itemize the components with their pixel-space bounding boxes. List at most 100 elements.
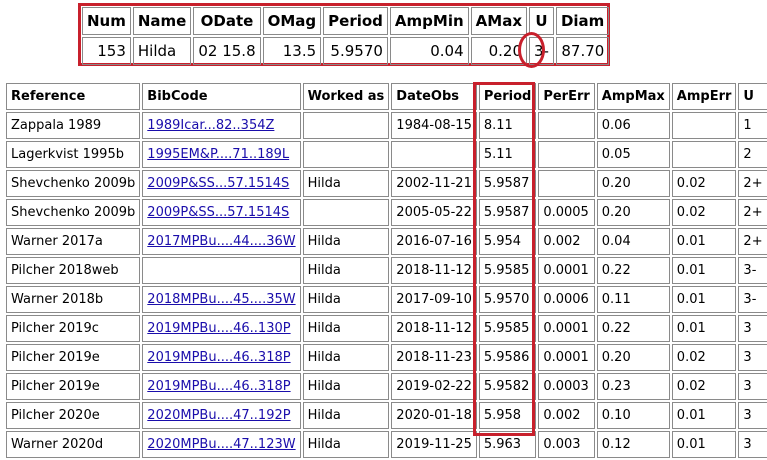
cell-worked-as: Hilda <box>302 170 390 197</box>
cell-worked-as: Hilda <box>302 257 390 284</box>
cell-worked-as: Hilda <box>302 344 390 371</box>
cell-pererr <box>538 112 595 139</box>
table-row: Warner 2017a 2017MPBu....44....36W Hilda… <box>6 228 767 255</box>
table-row: Shevchenko 2009b 2009P&SS...57.1514S 200… <box>6 199 767 226</box>
cell-dateobs: 2018-11-23 <box>391 344 477 371</box>
summary-omag: 13.5 <box>262 37 322 65</box>
summary-period: 5.9570 <box>323 37 388 65</box>
bibcode-link[interactable]: 2019MPBu....46..130P <box>147 321 290 336</box>
cell-ampmax: 0.12 <box>596 431 670 458</box>
bibcode-link[interactable]: 2020MPBu....47..192P <box>147 408 290 423</box>
cell-u: 3 <box>738 344 767 371</box>
cell-bibcode: 1995EM&P....71..189L <box>142 141 301 168</box>
cell-reference: Shevchenko 2009b <box>6 170 141 197</box>
cell-bibcode: 2017MPBu....44....36W <box>142 228 301 255</box>
cell-amperr: 0.01 <box>671 402 737 429</box>
summary-header-u: U <box>529 7 554 35</box>
cell-worked-as <box>302 199 390 226</box>
cell-dateobs: 2017-09-10 <box>391 286 477 313</box>
table-row: Pilcher 2018web Hilda 2018-11-12 5.9585 … <box>6 257 767 284</box>
cell-bibcode <box>142 257 301 284</box>
header-dateobs: DateObs <box>391 83 477 110</box>
bibcode-link[interactable]: 2009P&SS...57.1514S <box>147 205 289 220</box>
bibcode-link[interactable]: 2018MPBu....45....35W <box>147 292 295 307</box>
bibcode-link[interactable]: 2009P&SS...57.1514S <box>147 176 289 191</box>
cell-ampmax: 0.22 <box>596 257 670 284</box>
cell-pererr: 0.003 <box>538 431 595 458</box>
cell-worked-as: Hilda <box>302 315 390 342</box>
bibcode-link[interactable]: 2019MPBu....46..318P <box>147 350 290 365</box>
cell-pererr: 0.0001 <box>538 315 595 342</box>
cell-u: 3 <box>738 431 767 458</box>
cell-ampmax: 0.10 <box>596 402 670 429</box>
cell-bibcode: 2020MPBu....47..192P <box>142 402 301 429</box>
cell-ampmax: 0.11 <box>596 286 670 313</box>
cell-worked-as: Hilda <box>302 286 390 313</box>
bibcode-link[interactable]: 2020MPBu....47..123W <box>147 437 295 452</box>
cell-dateobs: 2002-11-21 <box>391 170 477 197</box>
summary-odate: 02 15.8 <box>193 37 261 65</box>
cell-ampmax: 0.23 <box>596 373 670 400</box>
cell-pererr: 0.0006 <box>538 286 595 313</box>
cell-amperr: 0.01 <box>671 431 737 458</box>
cell-reference: Pilcher 2020e <box>6 402 141 429</box>
cell-u: 2+ <box>738 170 767 197</box>
summary-header-row: Num Name ODate OMag Period AmpMin AMax U… <box>82 7 610 35</box>
bibcode-link[interactable]: 1989Icar...82..354Z <box>147 118 274 133</box>
cell-pererr: 0.0003 <box>538 373 595 400</box>
cell-amperr <box>671 112 737 139</box>
cell-bibcode: 1989Icar...82..354Z <box>142 112 301 139</box>
bibcode-link[interactable]: 1995EM&P....71..189L <box>147 147 289 162</box>
header-bibcode: BibCode <box>142 83 301 110</box>
bibcode-link[interactable]: 2019MPBu....46..318P <box>147 379 290 394</box>
cell-reference: Pilcher 2018web <box>6 257 141 284</box>
cell-bibcode: 2009P&SS...57.1514S <box>142 170 301 197</box>
summary-num: 153 <box>82 37 131 65</box>
summary-header-ampmin: AmpMin <box>389 7 469 35</box>
cell-pererr: 0.0001 <box>538 257 595 284</box>
table-row: Lagerkvist 1995b 1995EM&P....71..189L 5.… <box>6 141 767 168</box>
cell-u: 1 <box>738 112 767 139</box>
summary-header-name: Name <box>132 7 192 35</box>
cell-bibcode: 2019MPBu....46..318P <box>142 344 301 371</box>
cell-amperr: 0.01 <box>671 228 737 255</box>
cell-u: 3 <box>738 373 767 400</box>
table-row: Pilcher 2019e 2019MPBu....46..318P Hilda… <box>6 373 767 400</box>
cell-worked-as: Hilda <box>302 402 390 429</box>
summary-header-num: Num <box>82 7 131 35</box>
cell-worked-as: Hilda <box>302 373 390 400</box>
cell-dateobs: 2016-07-16 <box>391 228 477 255</box>
summary-header-amax: AMax <box>470 7 527 35</box>
cell-dateobs: 2018-11-12 <box>391 257 477 284</box>
cell-reference: Warner 2017a <box>6 228 141 255</box>
cell-dateobs: 2019-02-22 <box>391 373 477 400</box>
cell-worked-as <box>302 141 390 168</box>
u-value-highlight-circle <box>518 32 545 68</box>
cell-pererr <box>538 141 595 168</box>
cell-bibcode: 2019MPBu....46..130P <box>142 315 301 342</box>
summary-header-diam: Diam <box>555 7 610 35</box>
cell-reference: Pilcher 2019e <box>6 344 141 371</box>
cell-u: 3 <box>738 315 767 342</box>
cell-ampmax: 0.20 <box>596 199 670 226</box>
summary-header-omag: OMag <box>262 7 322 35</box>
cell-reference: Zappala 1989 <box>6 112 141 139</box>
cell-worked-as <box>302 112 390 139</box>
cell-amperr: 0.02 <box>671 199 737 226</box>
cell-amperr: 0.01 <box>671 286 737 313</box>
bibcode-link[interactable]: 2017MPBu....44....36W <box>147 234 295 249</box>
cell-pererr: 0.0001 <box>538 344 595 371</box>
cell-reference: Pilcher 2019c <box>6 315 141 342</box>
cell-u: 3- <box>738 286 767 313</box>
cell-amperr: 0.02 <box>671 344 737 371</box>
cell-amperr <box>671 141 737 168</box>
cell-u: 2 <box>738 141 767 168</box>
cell-ampmax: 0.06 <box>596 112 670 139</box>
cell-ampmax: 0.20 <box>596 344 670 371</box>
cell-dateobs: 2020-01-18 <box>391 402 477 429</box>
cell-reference: Lagerkvist 1995b <box>6 141 141 168</box>
cell-pererr: 0.002 <box>538 228 595 255</box>
summary-name: Hilda <box>132 37 192 65</box>
cell-ampmax: 0.22 <box>596 315 670 342</box>
table-row: Shevchenko 2009b 2009P&SS...57.1514S Hil… <box>6 170 767 197</box>
